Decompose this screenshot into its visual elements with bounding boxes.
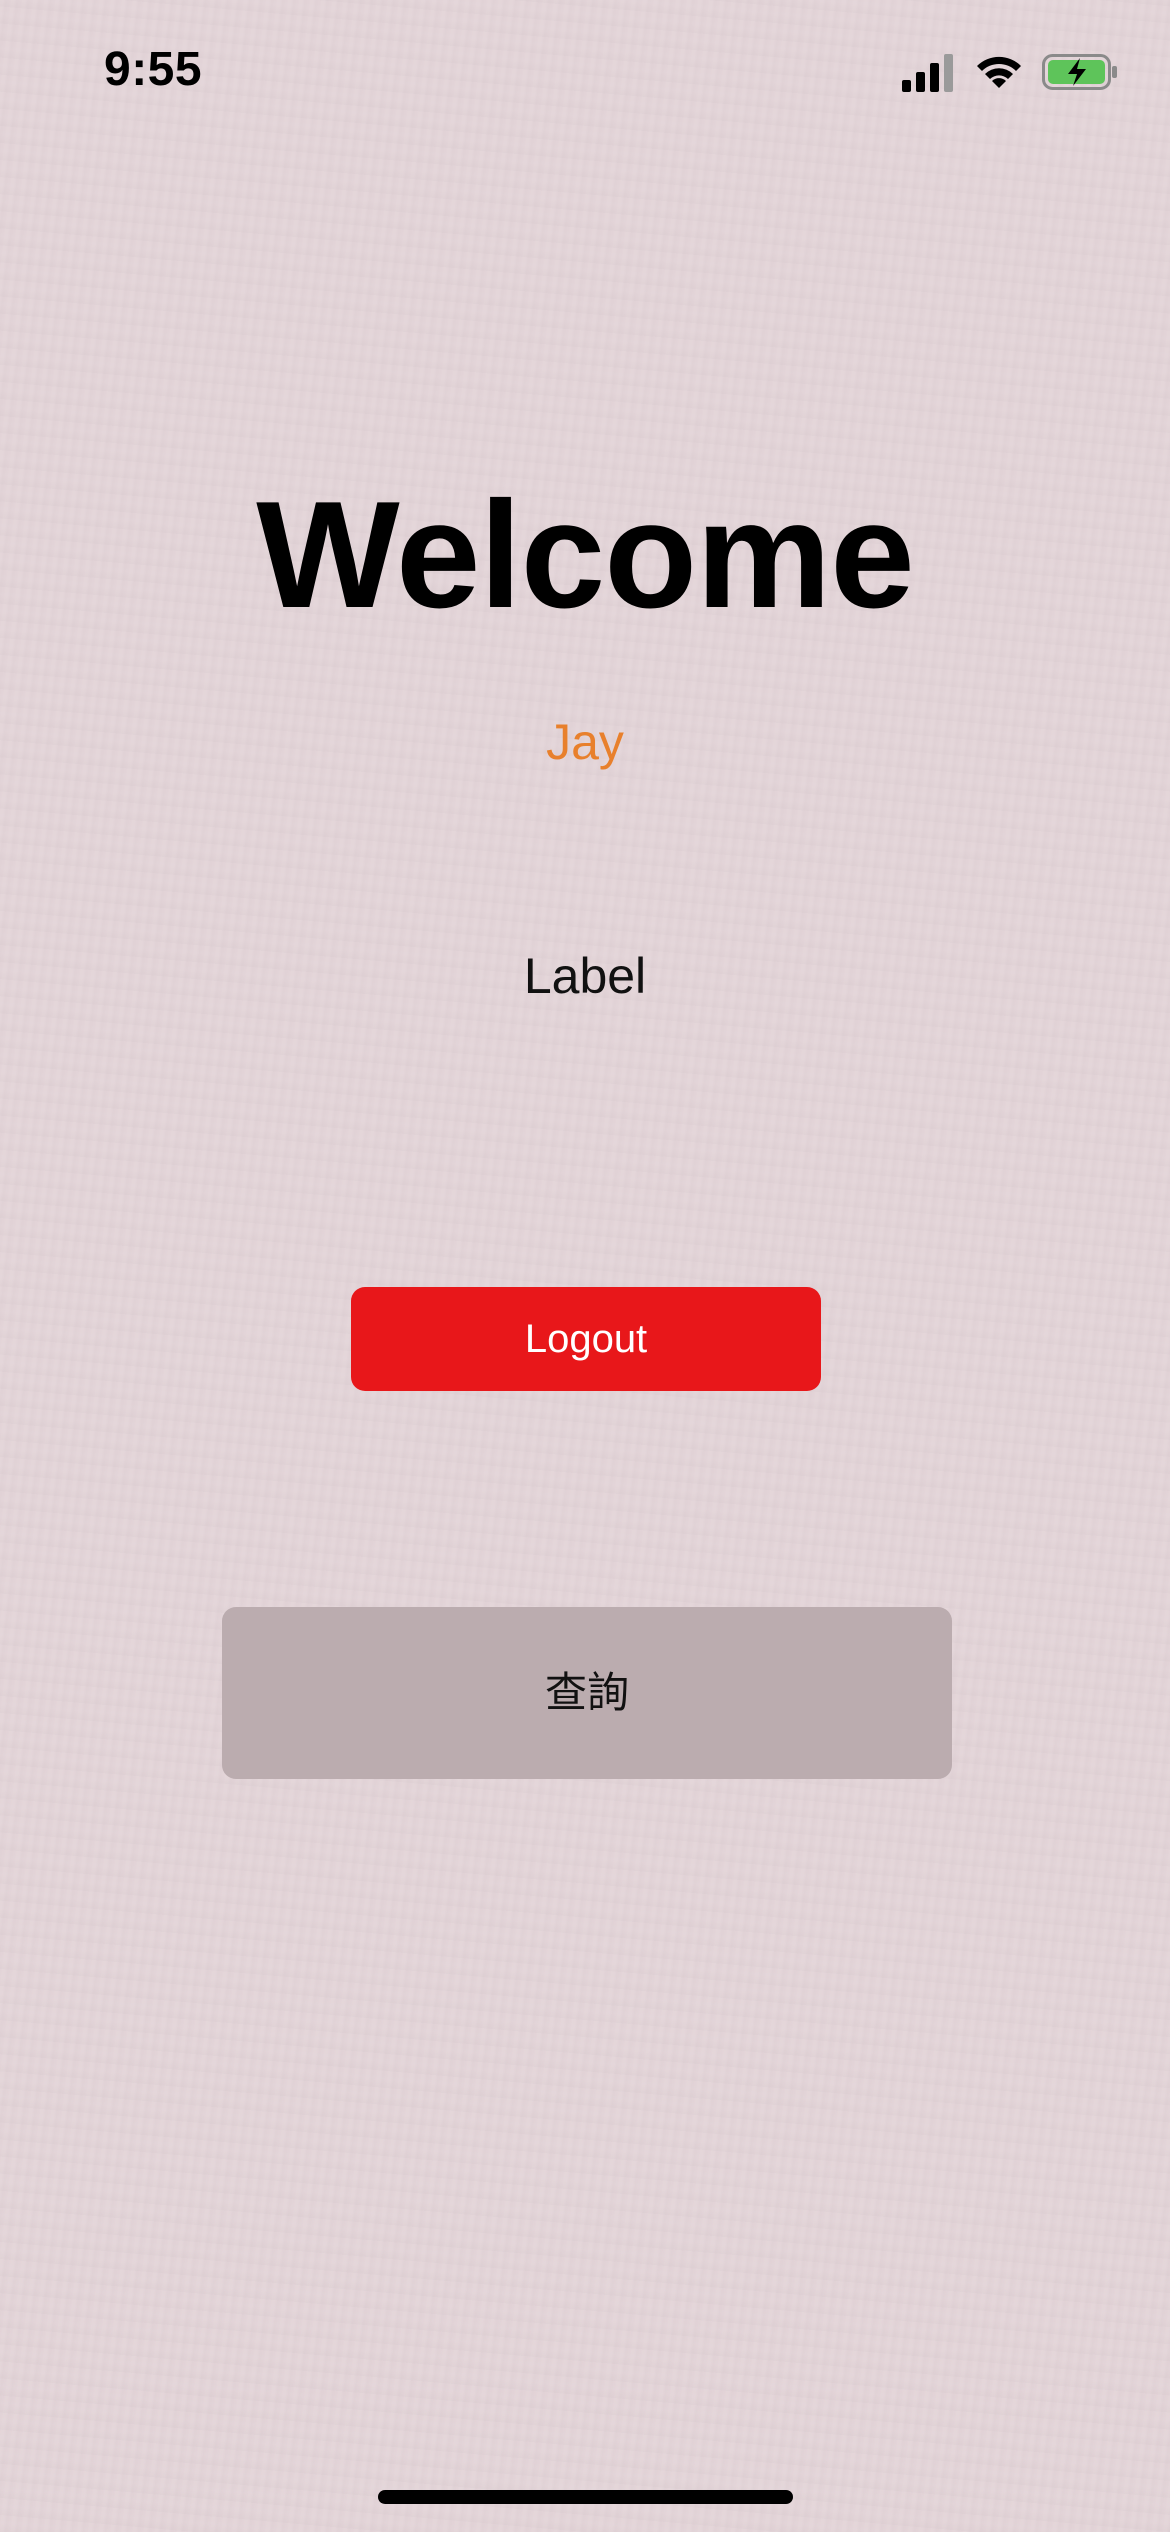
status-icons [902,50,1118,94]
cellular-signal-icon [902,54,953,92]
wifi-icon [977,56,1021,88]
logout-button[interactable]: Logout [351,1287,821,1391]
status-bar: 9:55 [0,0,1170,140]
battery-charging-icon [1042,54,1117,90]
query-button[interactable]: 查詢 [222,1607,952,1779]
welcome-title: Welcome [256,470,915,640]
info-label: Label [523,948,647,1004]
background-texture [0,0,1170,2532]
status-time: 9:55 [104,43,203,96]
home-indicator[interactable] [378,2490,793,2504]
user-name-label: Jay [546,714,624,770]
